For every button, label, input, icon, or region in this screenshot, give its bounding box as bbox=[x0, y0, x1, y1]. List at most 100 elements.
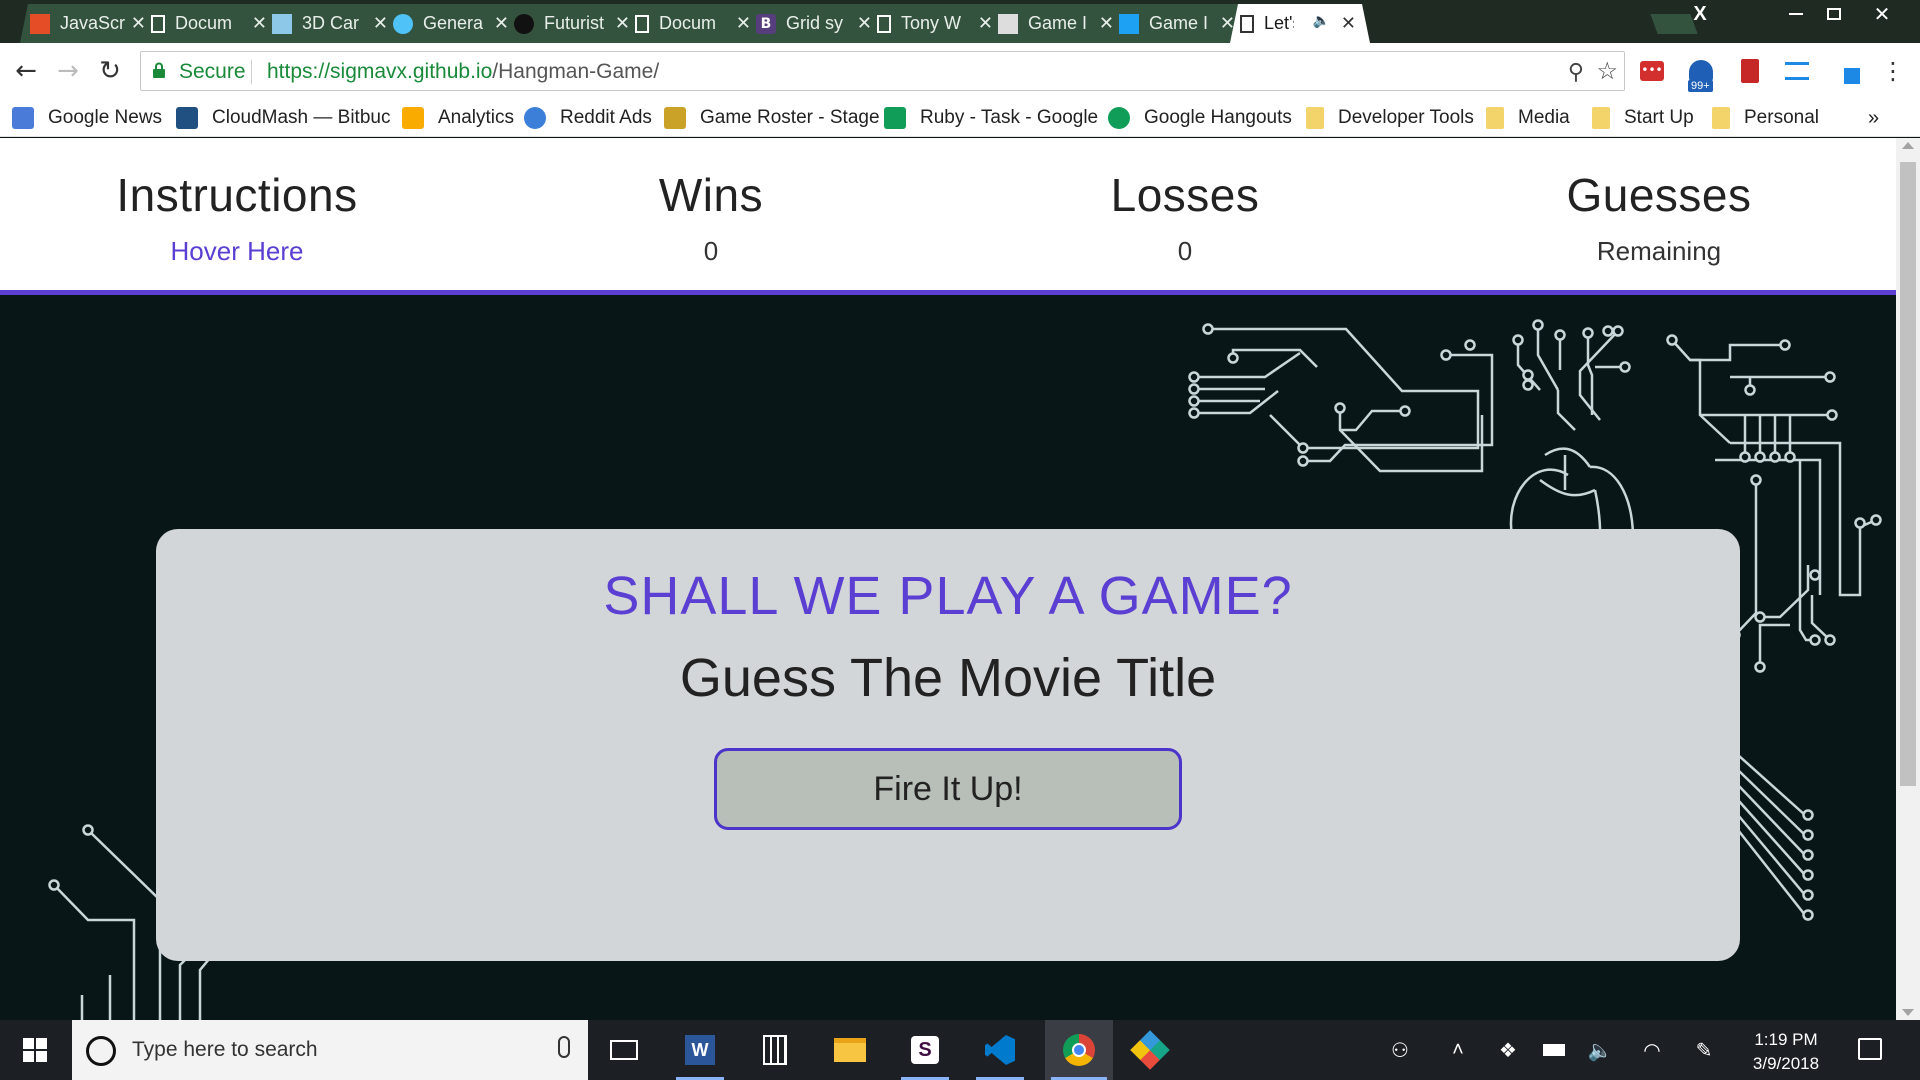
bookmark-item[interactable]: Game Roster - Stage bbox=[664, 103, 880, 133]
browser-tab[interactable]: Docum ✕ bbox=[141, 4, 281, 43]
microphone-icon[interactable] bbox=[558, 1036, 570, 1058]
scroll-thumb[interactable] bbox=[1900, 162, 1916, 786]
bookmark-label: Personal bbox=[1744, 107, 1819, 128]
bookmark-item[interactable]: Analytics bbox=[402, 103, 514, 133]
browser-tab-label: Docum bbox=[175, 13, 233, 33]
clock-date: 3/9/2018 bbox=[1752, 1054, 1820, 1073]
restore-button[interactable] bbox=[1812, 0, 1856, 28]
taskbar-vscode[interactable] bbox=[970, 1020, 1030, 1080]
close-window-button[interactable]: ✕ bbox=[1860, 0, 1904, 28]
taskbar-word[interactable]: W bbox=[670, 1020, 730, 1080]
google-news-icon bbox=[12, 107, 34, 129]
taskbar-clock[interactable]: 1:19 PM 3/9/2018 bbox=[1738, 1028, 1834, 1076]
game-stage: SHALL WE PLAY A GAME? Guess The Movie Ti… bbox=[0, 295, 1896, 1020]
window-extra-button[interactable]: X bbox=[1678, 0, 1722, 28]
forward-button[interactable]: → bbox=[52, 55, 84, 87]
zoom-icon[interactable]: ⚲ bbox=[1568, 59, 1584, 85]
instructions-heading: Instructions bbox=[116, 169, 358, 221]
people-icon[interactable]: ⚇ bbox=[1386, 1037, 1414, 1063]
losses-count: 0 bbox=[1177, 236, 1193, 266]
scroll-down-arrow-icon[interactable] bbox=[1902, 1009, 1914, 1016]
camera-icon bbox=[514, 14, 534, 34]
wifi-icon[interactable]: ◠ bbox=[1638, 1037, 1666, 1063]
taskbar-slack[interactable]: S bbox=[895, 1020, 955, 1080]
guesses-heading: Guesses bbox=[1566, 169, 1752, 221]
secure-label: Secure bbox=[179, 60, 246, 83]
browser-tab[interactable]: Genera ✕ bbox=[383, 4, 523, 43]
reload-button[interactable]: ↻ bbox=[94, 55, 126, 87]
browser-tab[interactable]: B Grid sy ✕ bbox=[746, 4, 886, 43]
losses-column: Losses 0 bbox=[948, 168, 1422, 267]
document-icon bbox=[877, 15, 891, 33]
browser-tab[interactable]: 3D Car ✕ bbox=[262, 4, 402, 43]
browser-tab[interactable]: Game I ✕ bbox=[1109, 4, 1249, 43]
layers-extension-icon[interactable] bbox=[1782, 56, 1812, 86]
bookmark-item[interactable]: Media bbox=[1486, 103, 1570, 133]
web-page: Instructions Hover Here Wins 0 Losses 0 … bbox=[0, 138, 1896, 1020]
url-path: /Hangman-Game/ bbox=[492, 60, 660, 83]
page-scrollbar[interactable] bbox=[1896, 138, 1920, 1020]
windows-taskbar: Type here to search W S ⚇ ˄ ❖ 🔈 ◠ ✎ 1:19… bbox=[0, 1020, 1920, 1080]
pen-extension-icon[interactable] bbox=[1832, 56, 1862, 86]
back-button[interactable]: ← bbox=[10, 55, 42, 87]
bookmark-item[interactable]: Google Hangouts bbox=[1108, 103, 1292, 133]
scroll-up-arrow-icon[interactable] bbox=[1902, 142, 1914, 149]
taskbar-gitkraken[interactable] bbox=[1120, 1020, 1180, 1080]
bookmark-item[interactable]: Ruby - Task - Google bbox=[884, 103, 1098, 133]
chrome-menu-icon[interactable]: ⋮ bbox=[1878, 56, 1908, 86]
audio-playing-icon[interactable]: 🔈 bbox=[1313, 13, 1330, 29]
url-text[interactable]: https://sigmavx.github.io/Hangman-Game/ bbox=[267, 60, 659, 84]
bookmark-label: Ruby - Task - Google bbox=[920, 107, 1099, 128]
bookmarks-overflow-icon: » bbox=[1868, 106, 1880, 129]
document-icon bbox=[635, 15, 649, 33]
reddit-icon bbox=[524, 107, 546, 129]
battery-icon[interactable] bbox=[1540, 1037, 1568, 1063]
action-center-icon[interactable] bbox=[1858, 1038, 1882, 1060]
close-tab-icon[interactable]: ✕ bbox=[1341, 13, 1356, 34]
bookmarks-overflow-button[interactable]: » bbox=[1868, 103, 1879, 133]
browser-tab-label: Game I bbox=[1149, 13, 1209, 33]
taskbar-search-placeholder: Type here to search bbox=[132, 1038, 318, 1061]
bookmark-star-icon[interactable]: ☆ bbox=[1596, 57, 1618, 86]
ghostery-extension-icon[interactable]: 99+ bbox=[1686, 56, 1716, 92]
back-arrow-icon: ← bbox=[15, 56, 37, 86]
cortana-icon bbox=[86, 1036, 116, 1066]
start-button[interactable] bbox=[0, 1020, 70, 1080]
browser-tab[interactable]: Futurist ✕ bbox=[504, 4, 644, 43]
pen-workspace-icon[interactable]: ✎ bbox=[1690, 1037, 1718, 1063]
bookmark-item[interactable]: Reddit Ads bbox=[524, 103, 652, 133]
red-book-extension-icon[interactable] bbox=[1735, 56, 1765, 86]
task-view-button[interactable] bbox=[594, 1020, 654, 1080]
folder-icon bbox=[1712, 107, 1730, 129]
browser-tab[interactable]: Tony W ✕ bbox=[867, 4, 1007, 43]
bootstrap-icon: B bbox=[756, 14, 776, 34]
bookmark-item[interactable]: CloudMash — Bitbuc bbox=[176, 103, 390, 133]
taskbar-search-box[interactable]: Type here to search bbox=[72, 1020, 588, 1080]
bookmark-item[interactable]: Developer Tools bbox=[1306, 103, 1474, 133]
instructions-hover-link[interactable]: Hover Here bbox=[0, 236, 474, 267]
browser-tab[interactable]: JavaScr ✕ bbox=[20, 4, 160, 43]
volume-icon[interactable]: 🔈 bbox=[1586, 1037, 1614, 1063]
fire-it-up-button[interactable]: Fire It Up! bbox=[714, 748, 1182, 830]
show-hidden-icons-chevron-icon[interactable]: ˄ bbox=[1444, 1037, 1472, 1063]
browser-tab[interactable]: Docum ✕ bbox=[625, 4, 765, 43]
losses-heading: Losses bbox=[1110, 169, 1260, 221]
taskbar-chrome[interactable] bbox=[1045, 1020, 1113, 1080]
lastpass-extension-icon[interactable]: ••• bbox=[1637, 56, 1667, 86]
dropbox-icon[interactable]: ❖ bbox=[1494, 1037, 1522, 1063]
game-subtitle: Guess The Movie Title bbox=[679, 648, 1217, 708]
bookmark-item[interactable]: Google News bbox=[12, 103, 162, 133]
game-roster-icon bbox=[664, 107, 686, 129]
instructions-column: Instructions Hover Here bbox=[0, 168, 474, 267]
address-bar[interactable]: Secure https://sigmavx.github.io/Hangman… bbox=[140, 51, 1625, 91]
browser-tab-label: Game I bbox=[1028, 13, 1088, 33]
taskbar-file-explorer[interactable] bbox=[820, 1020, 880, 1080]
scoreboard: Instructions Hover Here Wins 0 Losses 0 … bbox=[0, 138, 1896, 295]
analytics-icon bbox=[402, 107, 424, 129]
bookmark-label: Google Hangouts bbox=[1144, 107, 1292, 128]
bookmark-item[interactable]: Personal bbox=[1712, 103, 1819, 133]
browser-tab[interactable]: Let's 🔈 ✕ bbox=[1230, 4, 1370, 43]
browser-tab[interactable]: Game I ✕ bbox=[988, 4, 1128, 43]
bookmark-item[interactable]: Start Up bbox=[1592, 103, 1694, 133]
taskbar-calculator[interactable] bbox=[745, 1020, 805, 1080]
